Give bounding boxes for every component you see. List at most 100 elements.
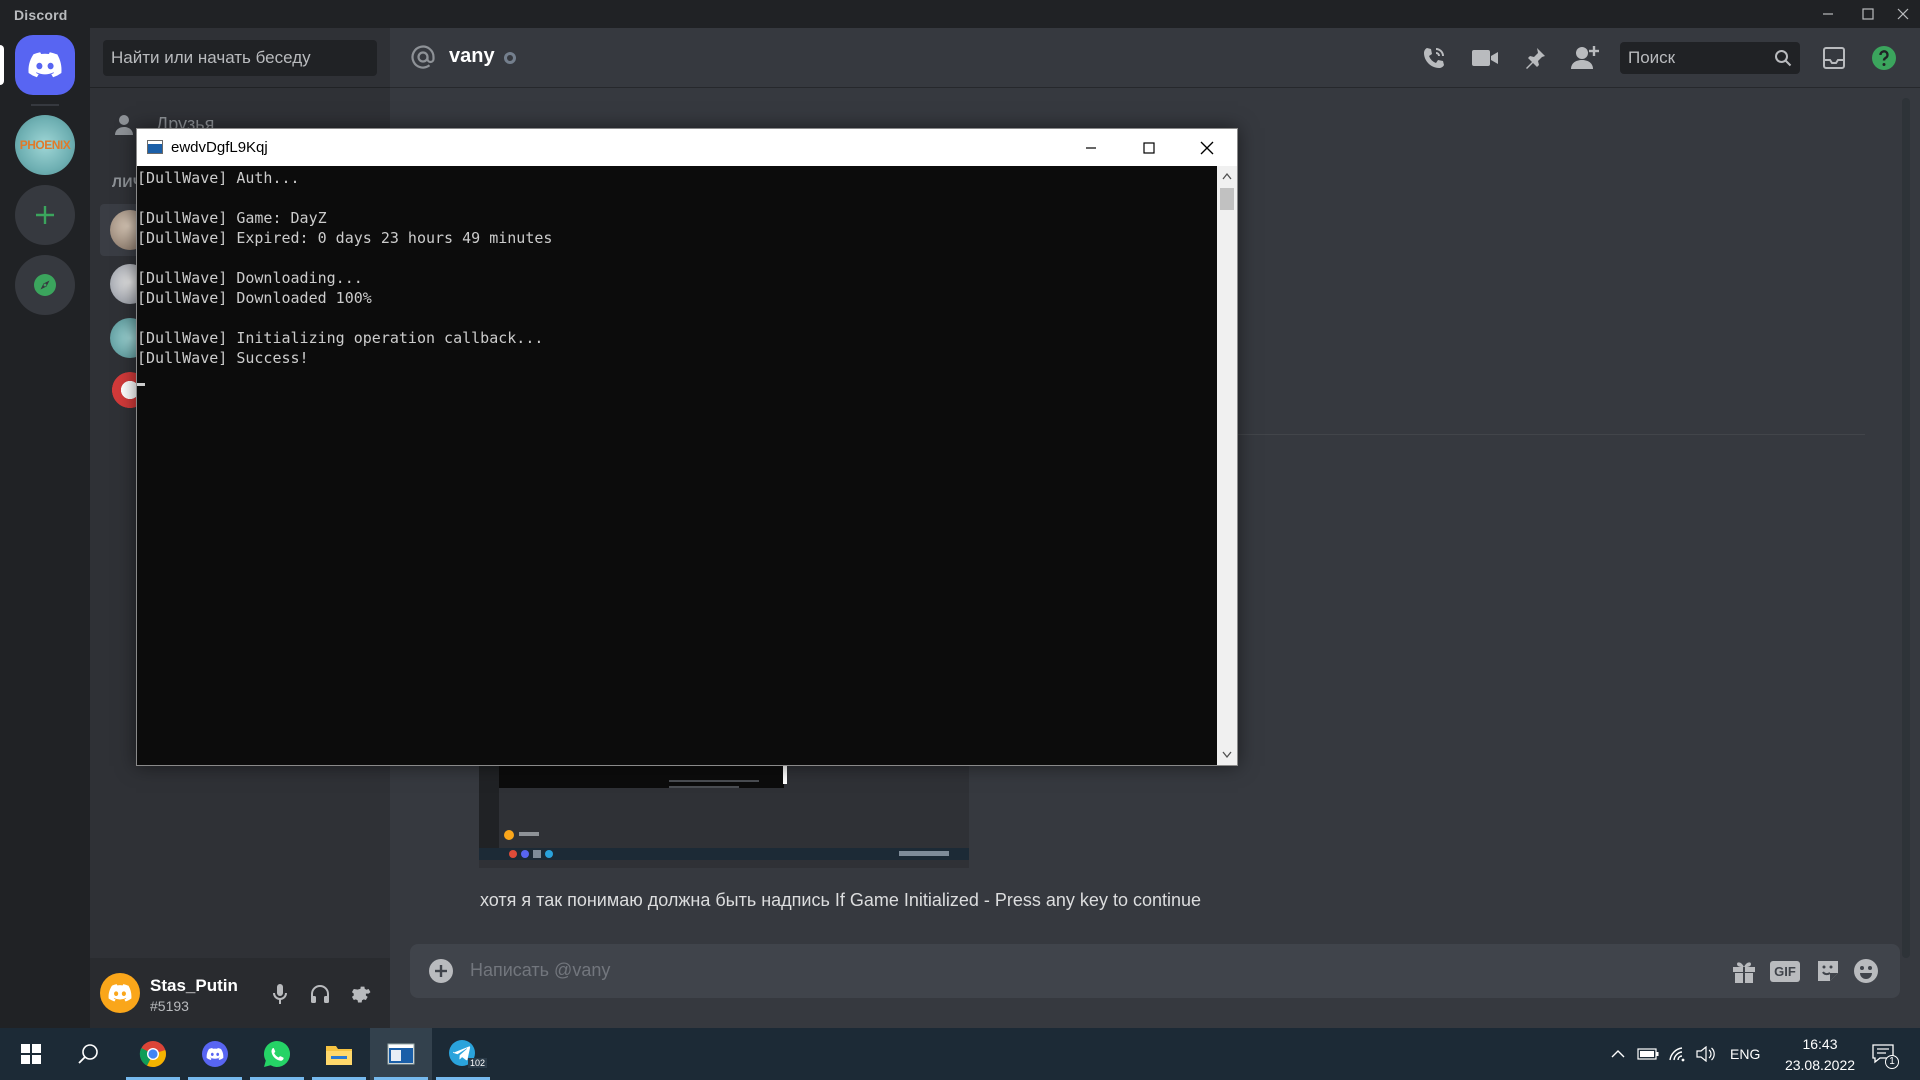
taskbar-file-explorer[interactable] [308, 1028, 370, 1080]
clock-time[interactable]: 16:43 [1775, 1036, 1865, 1052]
user-tag: #5193 [150, 998, 189, 1014]
username: Stas_Putin [150, 976, 238, 995]
app-titlebar: Discord [0, 0, 1920, 28]
deafen-button[interactable] [304, 978, 336, 1010]
dm-search-wrap: Найти или начать беседу [90, 28, 390, 88]
chat-scrollbar[interactable] [1902, 98, 1910, 958]
video-camera-icon [1472, 50, 1498, 66]
taskbar-console[interactable] [370, 1028, 432, 1080]
microphone-icon [273, 984, 287, 1004]
minimize-button[interactable] [1811, 0, 1845, 28]
wifi-icon [1669, 1047, 1685, 1062]
chrome-icon [139, 1041, 166, 1068]
console-output[interactable]: [DullWave] Auth... [DullWave] Game: DayZ… [137, 166, 1217, 765]
help-button[interactable] [1868, 42, 1900, 74]
discord-icon [202, 1041, 228, 1067]
console-icon [387, 1043, 415, 1065]
console-titlebar[interactable]: ewdvDgfL9Kqj [137, 129, 1237, 166]
smiley-emoji-icon [1854, 959, 1878, 983]
telegram-unread-badge: 102 [468, 1058, 488, 1068]
close-icon [1200, 141, 1214, 154]
message-divider [1235, 434, 1865, 435]
headphones-icon [311, 985, 329, 1003]
windows-start-icon [21, 1044, 41, 1064]
console-cursor [137, 383, 145, 386]
dm-search-button[interactable]: Найти или начать беседу [103, 40, 377, 76]
search-icon [78, 1044, 98, 1064]
sticker-button[interactable] [1812, 955, 1844, 987]
gift-button[interactable] [1728, 955, 1760, 987]
speaker-volume-icon [1696, 1046, 1715, 1062]
minimize-icon [1086, 146, 1096, 149]
explore-servers-button[interactable] [15, 255, 75, 315]
add-friend-to-dm-button[interactable] [1569, 42, 1601, 74]
chat-search-input[interactable]: Поиск [1620, 42, 1800, 74]
volume-indicator[interactable] [1694, 1042, 1718, 1066]
console-minimize-button[interactable] [1062, 129, 1120, 166]
add-member-icon [1571, 46, 1599, 69]
notification-count-badge: 1 [1885, 1055, 1899, 1069]
gift-icon [1733, 962, 1755, 983]
show-hidden-icons-button[interactable] [1606, 1042, 1630, 1066]
console-line [137, 368, 1217, 388]
network-indicator[interactable] [1666, 1042, 1690, 1066]
inbox-button[interactable] [1818, 42, 1850, 74]
gif-label: GIF [1770, 960, 1800, 982]
console-maximize-button[interactable] [1120, 129, 1178, 166]
scroll-up-arrow-icon[interactable] [1222, 172, 1232, 180]
compass-icon [34, 274, 56, 296]
close-button[interactable] [1886, 0, 1920, 28]
avatar[interactable] [100, 973, 140, 1013]
phone-call-icon [1424, 48, 1444, 68]
message-content: хотя я так понимаю должна быть надпись I… [480, 890, 1202, 910]
taskbar-discord[interactable] [184, 1028, 246, 1080]
pin-icon [1526, 48, 1545, 69]
battery-icon [1637, 1048, 1659, 1060]
upload-plus-icon[interactable] [426, 956, 456, 986]
console-line: [DullWave] Downloading... [137, 269, 363, 287]
sticker-icon [1818, 961, 1838, 981]
console-app-icon [147, 140, 163, 154]
attached-screenshot-image[interactable] [479, 748, 969, 868]
discord-logo-icon [108, 984, 132, 1002]
windows-taskbar: 102 ENG 16:43 23.08.2022 1 [0, 1028, 1920, 1080]
message-input[interactable]: Написать @vany [470, 960, 610, 981]
emoji-button[interactable] [1850, 955, 1882, 987]
gear-icon [351, 986, 371, 1003]
discord-logo-icon [28, 52, 62, 78]
scroll-down-arrow-icon[interactable] [1222, 751, 1232, 759]
file-explorer-icon [326, 1046, 352, 1065]
video-call-button[interactable] [1469, 42, 1501, 74]
search-icon [1775, 50, 1792, 67]
server-phoenix-label: PHOENIX [19, 138, 71, 152]
action-center-button[interactable]: 1 [1868, 1039, 1899, 1069]
user-panel: Stas_Putin #5193 [90, 958, 390, 1028]
home-button[interactable] [15, 35, 75, 95]
console-close-button[interactable] [1178, 129, 1236, 166]
server-phoenix[interactable]: PHOENIX [15, 115, 75, 175]
input-language[interactable]: ENG [1730, 1046, 1760, 1062]
taskbar-search-button[interactable] [58, 1028, 120, 1080]
taskbar-chrome[interactable] [122, 1028, 184, 1080]
gif-button[interactable]: GIF [1768, 955, 1802, 987]
console-scrollbar[interactable] [1217, 166, 1237, 765]
taskbar-whatsapp[interactable] [246, 1028, 308, 1080]
voice-call-button[interactable] [1418, 42, 1450, 74]
selected-indicator [0, 45, 4, 85]
add-server-button[interactable] [15, 185, 75, 245]
pinned-messages-button[interactable] [1519, 42, 1551, 74]
start-button[interactable] [0, 1028, 62, 1080]
server-rail: PHOENIX [0, 28, 90, 1028]
mute-button[interactable] [264, 978, 296, 1010]
clock-date[interactable]: 23.08.2022 [1770, 1057, 1870, 1073]
battery-indicator[interactable] [1636, 1042, 1660, 1066]
chevron-up-icon [1611, 1050, 1625, 1058]
maximize-button[interactable] [1851, 0, 1885, 28]
console-scroll-thumb[interactable] [1220, 188, 1234, 210]
maximize-icon [1862, 8, 1874, 20]
user-settings-button[interactable] [344, 978, 376, 1010]
taskbar-telegram[interactable]: 102 [432, 1028, 494, 1080]
